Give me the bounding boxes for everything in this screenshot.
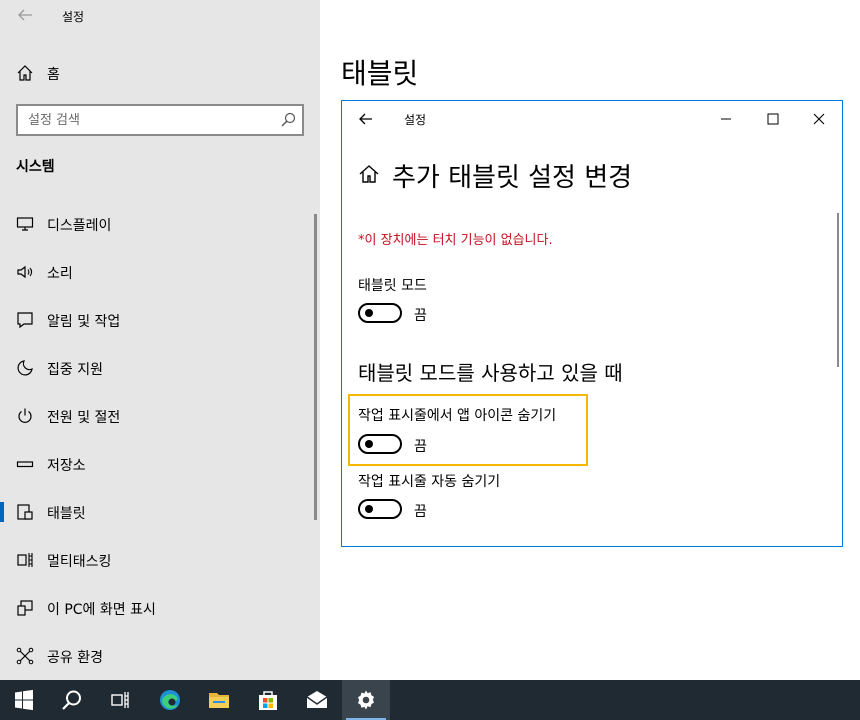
dialog-heading: 추가 태블릿 설정 변경 [392,163,633,193]
notification-icon [17,312,33,329]
sidebar-item-shared-experiences[interactable]: 공유 환경 [0,636,320,676]
settings-dialog: 설정 추가 태블릿 설정 변경 *이 장치에는 터치 기능이 없습니다. 태블릿… [341,100,843,547]
mail-button[interactable] [293,680,341,720]
task-view-button[interactable] [96,680,144,720]
task-view-icon [111,692,129,708]
sidebar-item-home[interactable]: 홈 [0,58,320,88]
edge-button[interactable] [146,680,194,720]
sidebar-item-notifications[interactable]: 알림 및 작업 [0,300,320,340]
sidebar-scrollbar[interactable] [314,214,317,520]
store-button[interactable] [244,680,292,720]
sidebar: 설정 홈 시스템 디스플레이 소리 알림 및 작업 집중 지원 전원 및 절전 … [0,0,320,680]
close-icon[interactable] [809,109,829,129]
speaker-icon [17,265,33,279]
hide-app-icons-label: 작업 표시줄에서 앱 아이콘 숨기기 [358,408,557,424]
tablet-mode-subheading: 태블릿 모드를 사용하고 있을 때 [358,361,623,385]
mail-icon [306,691,328,708]
sidebar-item-label: 멀티태스킹 [47,554,112,570]
tablet-mode-label: 태블릿 모드 [358,278,427,294]
hide-app-icons-toggle[interactable] [358,434,402,454]
sidebar-item-project[interactable]: 이 PC에 화면 표시 [0,588,320,628]
sidebar-item-label: 태블릿 [47,506,86,522]
taskbar [0,680,860,720]
sidebar-item-display[interactable]: 디스플레이 [0,204,320,244]
multitasking-icon [17,553,33,567]
taskbar-search-button[interactable] [48,680,96,720]
settings-icon [358,690,374,710]
sidebar-item-power[interactable]: 전원 및 절전 [0,396,320,436]
sidebar-item-label: 소리 [47,266,73,282]
back-arrow-icon[interactable] [358,111,374,127]
sidebar-item-label: 디스플레이 [47,218,112,234]
storage-icon [16,461,34,468]
start-button[interactable] [0,680,48,720]
file-explorer-icon [209,693,229,708]
touch-warning: *이 장치에는 터치 기능이 없습니다. [358,233,553,248]
sidebar-item-storage[interactable]: 저장소 [0,444,320,484]
edge-icon [160,690,180,710]
sidebar-item-label: 공유 환경 [47,650,103,666]
search-icon [62,690,81,710]
section-title: 시스템 [16,159,55,175]
home-icon [17,65,33,81]
search-box[interactable] [16,104,304,136]
file-explorer-button[interactable] [195,680,243,720]
home-icon [359,165,379,183]
back-arrow-icon[interactable] [16,6,34,24]
tablet-icon [17,504,33,520]
search-icon[interactable] [280,112,296,128]
sidebar-item-label: 저장소 [47,458,86,474]
store-icon [259,691,277,710]
sidebar-item-label: 알림 및 작업 [47,314,121,330]
power-icon [18,408,32,423]
sidebar-item-tablet[interactable]: 태블릿 [0,492,320,532]
tablet-mode-state: 끔 [414,308,427,324]
sidebar-item-focus-assist[interactable]: 집중 지원 [0,348,320,388]
monitor-icon [16,217,34,231]
sidebar-item-label: 홈 [47,67,60,83]
page-title: 태블릿 [341,57,419,90]
moon-icon [17,360,33,376]
windows-start-icon [15,689,33,711]
auto-hide-taskbar-state: 끔 [414,504,427,520]
project-icon [17,600,33,616]
sidebar-item-label: 집중 지원 [47,362,103,378]
tablet-mode-toggle[interactable] [358,303,402,323]
sidebar-item-label: 전원 및 절전 [47,410,121,426]
dialog-title: 설정 [404,113,427,127]
hide-app-icons-state: 끔 [414,439,427,455]
settings-button[interactable] [342,680,390,720]
sidebar-item-sound[interactable]: 소리 [0,252,320,292]
sidebar-item-multitasking[interactable]: 멀티태스킹 [0,540,320,580]
app-title: 설정 [62,10,85,24]
share-icon [16,647,34,665]
search-input[interactable] [28,111,268,129]
minimize-icon[interactable] [716,109,736,129]
auto-hide-taskbar-label: 작업 표시줄 자동 숨기기 [358,474,501,490]
auto-hide-taskbar-toggle[interactable] [358,499,402,519]
sidebar-item-label: 이 PC에 화면 표시 [47,602,156,618]
maximize-icon[interactable] [763,109,783,129]
dialog-scrollbar[interactable] [837,213,839,367]
